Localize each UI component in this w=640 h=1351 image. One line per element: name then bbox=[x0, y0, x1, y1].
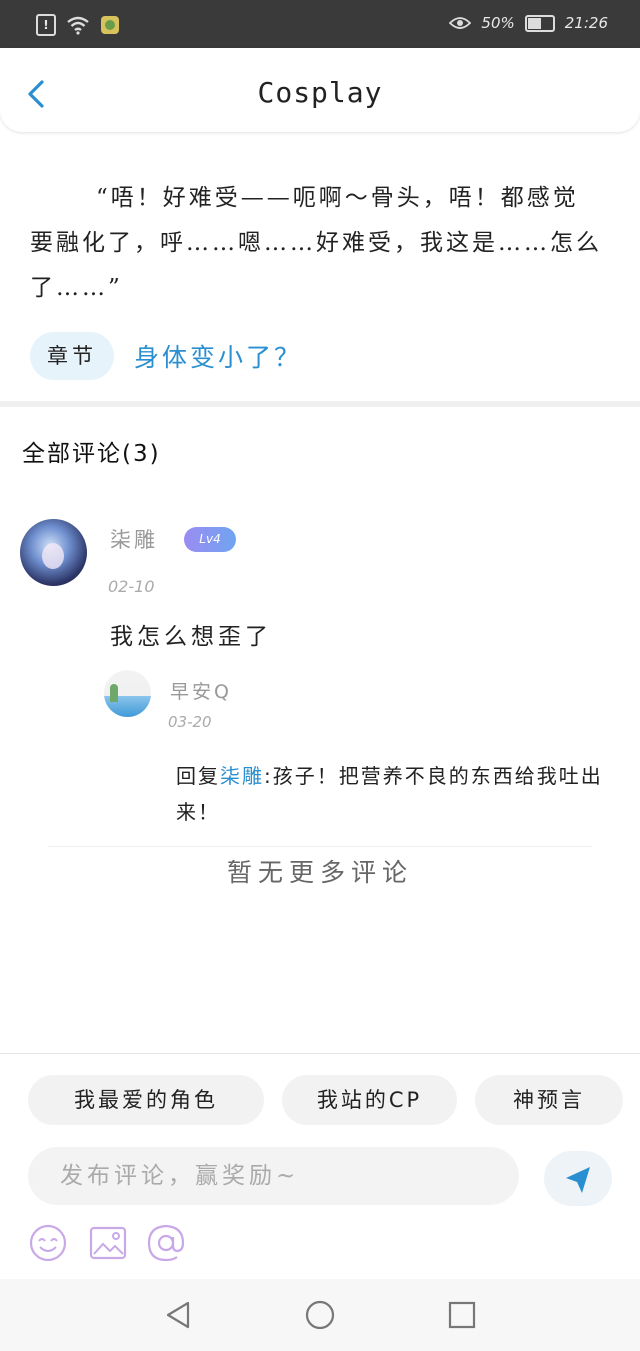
image-button[interactable] bbox=[88, 1223, 128, 1263]
top-header: Cosplay bbox=[0, 48, 640, 132]
status-bar: ! 50% 21:26 bbox=[0, 0, 640, 48]
triangle-back-icon bbox=[166, 1301, 190, 1329]
image-icon bbox=[89, 1226, 127, 1260]
chapter-link[interactable]: 身体变小了？ bbox=[134, 338, 302, 374]
alert-icon: ! bbox=[36, 14, 56, 36]
avatar[interactable] bbox=[20, 519, 87, 586]
no-more-comments: 暂无更多评论 bbox=[226, 858, 413, 887]
at-sign-icon bbox=[147, 1224, 185, 1262]
quick-tag-chip[interactable]: 神预言 bbox=[475, 1075, 623, 1125]
page-title: Cosplay bbox=[257, 76, 383, 109]
comment-text[interactable]: 我怎么想歪了 bbox=[110, 617, 272, 651]
quick-tag-chip[interactable]: 我最爱的角色 bbox=[28, 1075, 264, 1125]
story-excerpt: “唔！好难受——呃啊～骨头，唔！都感觉要融化了，呼……嗯……好难受，我这是……怎… bbox=[30, 185, 602, 301]
reply-date: 03-20 bbox=[168, 713, 212, 731]
battery-percent: 50% bbox=[481, 14, 515, 32]
comments-heading: 全部评论(3) bbox=[22, 441, 161, 467]
reply-avatar[interactable] bbox=[104, 670, 151, 717]
send-button[interactable] bbox=[544, 1151, 612, 1206]
quick-tag-chip[interactable]: 我站的CP bbox=[282, 1075, 457, 1125]
chapter-row: 章节 身体变小了？ bbox=[30, 332, 302, 380]
square-recents-icon bbox=[448, 1301, 476, 1329]
mention-button[interactable] bbox=[146, 1223, 186, 1263]
level-badge: Lv4 bbox=[184, 527, 236, 552]
eye-comfort-icon bbox=[449, 17, 472, 29]
reply-prefix: 回复 bbox=[176, 764, 220, 788]
system-nav-bar bbox=[0, 1279, 640, 1351]
reply-text[interactable]: 回复柒雕:孩子！把营养不良的东西给我吐出来！ bbox=[176, 758, 616, 830]
clock: 21:26 bbox=[564, 14, 608, 32]
app-notification-icon bbox=[101, 16, 119, 34]
chapter-tag: 章节 bbox=[30, 332, 114, 380]
circle-home-icon bbox=[305, 1300, 335, 1330]
comments-separator bbox=[48, 846, 592, 847]
status-right-icons: 50% 21:26 bbox=[449, 14, 608, 32]
emoji-button[interactable] bbox=[28, 1223, 68, 1263]
section-divider bbox=[0, 401, 640, 407]
status-left-icons: ! bbox=[36, 14, 120, 36]
comment-input[interactable] bbox=[28, 1147, 519, 1205]
wifi-icon bbox=[67, 16, 89, 35]
nav-home-button[interactable] bbox=[302, 1297, 338, 1333]
comment-date: 02-10 bbox=[108, 577, 155, 596]
smiley-icon bbox=[29, 1224, 67, 1262]
battery-icon bbox=[524, 14, 555, 32]
comment-username[interactable]: 柒雕 bbox=[110, 524, 158, 554]
comment-input-wrapper bbox=[28, 1147, 519, 1205]
reply-mention[interactable]: 柒雕 bbox=[220, 764, 264, 788]
reply-username[interactable]: 早安Q bbox=[170, 677, 232, 704]
nav-recents-button[interactable] bbox=[444, 1297, 480, 1333]
nav-back-button[interactable] bbox=[160, 1297, 196, 1333]
send-icon bbox=[566, 1167, 590, 1193]
